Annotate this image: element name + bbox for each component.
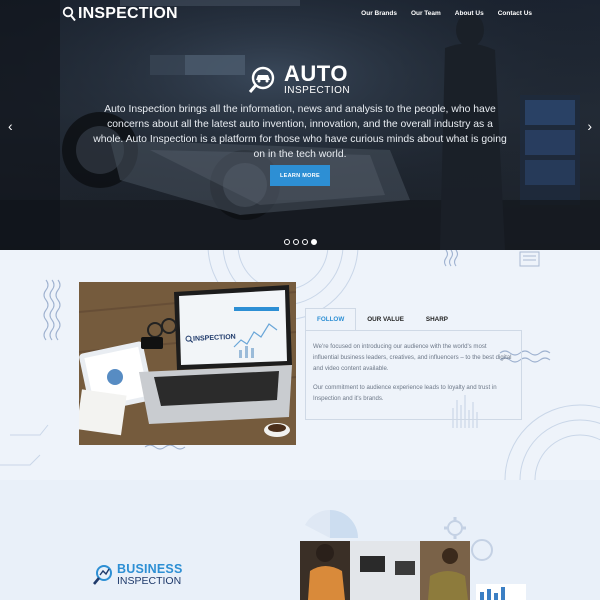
tab-panel-follow: We're focused on introducing our audienc…: [305, 330, 522, 420]
slider-dots: [284, 239, 317, 245]
meeting-photo: [300, 541, 470, 600]
mini-chart-card: [476, 584, 526, 600]
nav-our-brands[interactable]: Our Brands: [361, 10, 397, 17]
business-small-text: INSPECTION: [117, 574, 182, 587]
tab-sharp[interactable]: SHARP: [415, 308, 459, 330]
top-navbar: INSPECTION Our Brands Our Team About Us …: [0, 0, 600, 30]
nav-about-us[interactable]: About Us: [455, 10, 484, 17]
slider-next-arrow-icon[interactable]: ›: [587, 119, 592, 133]
auto-inspection-brand: AUTO INSPECTION: [248, 63, 350, 96]
nav-our-team[interactable]: Our Team: [411, 10, 441, 17]
main-nav: Our Brands Our Team About Us Contact Us: [361, 10, 532, 17]
business-magnifier-icon: [93, 564, 112, 585]
hero-slider: INSPECTION Our Brands Our Team About Us …: [0, 0, 600, 250]
site-logo[interactable]: INSPECTION: [62, 5, 178, 23]
hero-description: Auto Inspection brings all the informati…: [93, 104, 507, 160]
slider-dot-3[interactable]: [302, 239, 308, 245]
magnifier-icon: [62, 6, 76, 22]
laptop-desk-illustration: [79, 282, 296, 445]
business-section: BUSINESS INSPECTION: [0, 480, 600, 600]
meeting-illustration: [300, 541, 470, 600]
slider-dot-4[interactable]: [311, 239, 317, 245]
laptop-photo: INSPECTION: [79, 282, 296, 445]
tab-our-value[interactable]: OUR VALUE: [356, 308, 415, 330]
slider-dot-2[interactable]: [293, 239, 299, 245]
nav-contact-us[interactable]: Contact Us: [498, 10, 532, 17]
tab-follow[interactable]: FOLLOW: [305, 308, 357, 330]
brand-auto: AUTO: [284, 61, 348, 86]
business-big-text: BUSINESS: [117, 562, 183, 576]
learn-more-button[interactable]: LEARN MORE: [270, 165, 330, 186]
slider-prev-arrow-icon[interactable]: ‹: [8, 119, 13, 133]
brand-inspection: INSPECTION: [284, 85, 351, 96]
tab-paragraph-1: We're focused on introducing our audienc…: [313, 343, 512, 372]
logo-text: INSPECTION: [78, 5, 178, 22]
tabs: FOLLOW OUR VALUE SHARP: [305, 308, 459, 330]
about-section: INSPECTION FOLLOW OUR VALUE SHARP We're …: [0, 250, 600, 480]
tab-paragraph-2: Our commitment to audience experience le…: [313, 384, 497, 402]
business-inspection-logo: BUSINESS INSPECTION: [92, 563, 183, 586]
slider-dot-1[interactable]: [284, 239, 290, 245]
car-magnifier-icon: [248, 66, 275, 93]
